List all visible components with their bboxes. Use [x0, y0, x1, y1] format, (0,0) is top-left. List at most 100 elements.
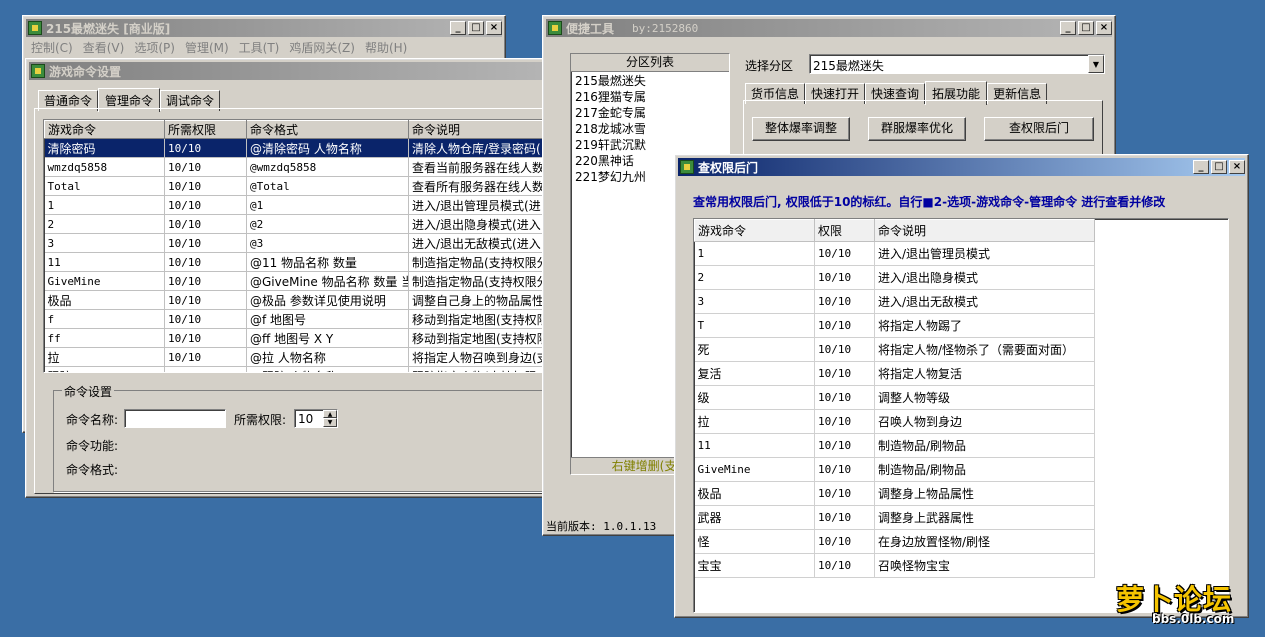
- server-list-item[interactable]: 219轩武沉默: [575, 137, 725, 153]
- server-list-header: 分区列表: [571, 54, 729, 72]
- backdoor-window-titlebar[interactable]: 查权限后门 _ □ ×: [678, 158, 1245, 176]
- chevron-down-icon[interactable]: ▼: [1088, 55, 1104, 73]
- table-row[interactable]: 3 10/10 @3 进入/退出无敌模式(进入: [44, 233, 552, 253]
- table-cell: 武器: [694, 505, 815, 530]
- menu-control[interactable]: 控制(C): [26, 39, 78, 56]
- table-cell: 跟踪指定人物(支持权限: [408, 366, 552, 372]
- stepper-down-icon[interactable]: ▼: [323, 418, 337, 427]
- command-window-titlebar[interactable]: 游戏命令设置: [29, 62, 551, 80]
- menu-help[interactable]: 帮助(H): [360, 39, 412, 56]
- table-row[interactable]: 宝宝 10/10 召唤怪物宝宝: [694, 553, 1095, 578]
- table-row[interactable]: 11 10/10 制造物品/刷物品: [694, 433, 1095, 458]
- watermark-url: bbs.0lb.com: [1152, 612, 1235, 626]
- table-row[interactable]: 3 10/10 进入/退出无敌模式: [694, 289, 1095, 314]
- table-row[interactable]: 级 10/10 调整人物等级: [694, 385, 1095, 410]
- column-header-permission[interactable]: 权限: [814, 219, 875, 242]
- maximize-button[interactable]: □: [1211, 160, 1227, 174]
- table-row[interactable]: 1 10/10 @1 进入/退出管理员模式(进: [44, 195, 552, 215]
- column-header-description[interactable]: 命令说明: [874, 219, 1095, 242]
- table-row[interactable]: 怪 10/10 在身边放置怪物/刷怪: [694, 529, 1095, 554]
- minimize-button[interactable]: _: [450, 21, 466, 35]
- backdoor-check-window: 查权限后门 _ □ × 查常用权限后门, 权限低于10的标红。自行■2-选项-游…: [674, 154, 1249, 618]
- server-list-item[interactable]: 218龙城冰雪: [575, 121, 725, 137]
- table-cell: 10/10: [814, 433, 875, 458]
- overall-droprate-button[interactable]: 整体爆率调整: [752, 117, 850, 141]
- close-button[interactable]: ×: [1096, 21, 1112, 35]
- server-list-item[interactable]: 215最燃迷失: [575, 73, 725, 89]
- table-cell: @11 物品名称 数量: [246, 252, 409, 272]
- table-cell: @wmzdq5858: [246, 157, 409, 177]
- server-list-item[interactable]: 216狸猫专属: [575, 89, 725, 105]
- table-row[interactable]: 2 10/10 @2 进入/退出隐身模式(进入: [44, 214, 552, 234]
- table-row[interactable]: T 10/10 将指定人物踢了: [694, 313, 1095, 338]
- command-window-title: 游戏命令设置: [49, 64, 122, 79]
- command-table[interactable]: 游戏命令 所需权限 命令格式 命令说明 清除密码 10/10 @清除密码 人物名称清…: [43, 119, 553, 373]
- table-cell: 10/10: [164, 214, 247, 234]
- extensions-tab-panel: 整体爆率调整 群服爆率优化 查权限后门: [743, 100, 1103, 160]
- close-button[interactable]: ×: [486, 21, 502, 35]
- table-cell: 10/10: [814, 313, 875, 338]
- table-row[interactable]: 2 10/10 进入/退出隐身模式: [694, 265, 1095, 290]
- column-header-format[interactable]: 命令格式: [246, 120, 409, 139]
- table-cell: 进入/退出管理员模式: [874, 241, 1095, 266]
- check-backdoor-button[interactable]: 查权限后门: [984, 117, 1094, 141]
- column-header-command[interactable]: 游戏命令: [694, 219, 815, 242]
- table-row[interactable]: 11 10/10 @11 物品名称 数量 制造指定物品(支持权限分: [44, 252, 552, 272]
- table-cell: 进入/退出无敌模式: [874, 289, 1095, 314]
- column-header-command[interactable]: 游戏命令: [44, 120, 165, 139]
- maximize-button[interactable]: □: [1078, 21, 1094, 35]
- main-window-titlebar[interactable]: 215最燃迷失 [商业版] _ □ ×: [26, 19, 502, 37]
- table-cell: 调整身上物品属性: [874, 481, 1095, 506]
- table-row[interactable]: ff 10/10 @ff 地图号 X Y 移动到指定地图(支持权限: [44, 328, 552, 348]
- table-cell: 10/10: [814, 289, 875, 314]
- table-row[interactable]: 武器 10/10 调整身上武器属性: [694, 505, 1095, 530]
- tools-window-titlebar[interactable]: 便捷工具 by:2152860 _ □ ×: [546, 19, 1112, 37]
- menu-manage[interactable]: 管理(M): [180, 39, 234, 56]
- table-row[interactable]: 复活 10/10 将指定人物复活: [694, 361, 1095, 386]
- menu-tools[interactable]: 工具(T): [234, 39, 285, 56]
- table-row[interactable]: Total 10/10 @Total 查看所有服务器在线人数: [44, 176, 552, 196]
- command-name-input[interactable]: [124, 409, 226, 428]
- backdoor-table-body: 1 10/10 进入/退出管理员模式 2 10/10 进入/退出隐身模式 3 10/10 进入/…: [694, 241, 1095, 578]
- column-header-description[interactable]: 命令说明: [408, 120, 552, 139]
- backdoor-window-title: 查权限后门: [698, 160, 759, 175]
- table-row[interactable]: GiveMine 10/10 制造物品/刷物品: [694, 457, 1095, 482]
- table-cell: 11: [44, 252, 165, 272]
- close-button[interactable]: ×: [1229, 160, 1245, 174]
- menu-options[interactable]: 选项(P): [129, 39, 180, 56]
- table-row[interactable]: 死 10/10 将指定人物/怪物杀了（需要面对面）: [694, 337, 1095, 362]
- table-row[interactable]: GiveMine 10/10 @GiveMine 物品名称 数量 当前 制造指定物品(…: [44, 271, 552, 291]
- stepper-up-icon[interactable]: ▲: [323, 410, 337, 418]
- menu-view[interactable]: 查看(V): [78, 39, 130, 56]
- table-row[interactable]: f 10/10 @f 地图号 移动到指定地图(支持权限: [44, 309, 552, 329]
- table-row[interactable]: 极品 10/10 @极品 参数详见使用说明 调整自己身上的物品属性: [44, 290, 552, 310]
- table-row[interactable]: 1 10/10 进入/退出管理员模式: [694, 241, 1095, 266]
- table-row[interactable]: 拉 10/10 @拉 人物名称 将指定人物召唤到身边(支: [44, 347, 552, 367]
- column-header-permission[interactable]: 所需权限: [164, 120, 247, 139]
- table-cell: 极品: [694, 481, 815, 506]
- menu-gateway[interactable]: 鸡盾网关(Z): [284, 39, 360, 56]
- table-row[interactable]: wmzdq5858 10/10 @wmzdq5858 查看当前服务器在线人数: [44, 157, 552, 177]
- backdoor-table[interactable]: 游戏命令 权限 命令说明 1 10/10 进入/退出管理员模式 2 10/10 进入/退出…: [693, 218, 1229, 613]
- table-row[interactable]: 拉 10/10 召唤人物到身边: [694, 409, 1095, 434]
- command-settings-group: 命令设置 命令名称: 所需权限: 10 ▲ ▼ 命令功能: 命令格式:: [53, 383, 549, 492]
- server-list-item[interactable]: 217金蛇专属: [575, 105, 725, 121]
- minimize-button[interactable]: _: [1060, 21, 1076, 35]
- table-cell: 进入/退出隐身模式: [874, 265, 1095, 290]
- permission-stepper[interactable]: 10 ▲ ▼: [294, 409, 338, 428]
- table-row[interactable]: 清除密码 10/10 @清除密码 人物名称 清除人物仓库/登录密码(: [44, 138, 552, 158]
- multi-server-droprate-button[interactable]: 群服爆率优化: [868, 117, 966, 141]
- table-cell: 复活: [694, 361, 815, 386]
- table-cell: 在身边放置怪物/刷怪: [874, 529, 1095, 554]
- table-row[interactable]: 极品 10/10 调整身上物品属性: [694, 481, 1095, 506]
- minimize-button[interactable]: _: [1193, 160, 1209, 174]
- maximize-button[interactable]: □: [468, 21, 484, 35]
- command-settings-window: 游戏命令设置 普通命令 管理命令 调试命令 游戏命令 所需权限 命令格式 命令说…: [25, 58, 555, 498]
- group-label: 命令设置: [62, 383, 115, 400]
- table-cell: 制造指定物品(支持权限分: [408, 271, 552, 291]
- select-server-label: 选择分区: [745, 59, 794, 73]
- table-cell: 10/10: [814, 529, 875, 554]
- table-cell: 10/10: [164, 309, 247, 329]
- server-select[interactable]: 215最燃迷失 ▼: [809, 54, 1105, 74]
- table-row[interactable]: 跟踪10/10@跟踪 人物名称跟踪指定人物(支持权限: [44, 366, 552, 372]
